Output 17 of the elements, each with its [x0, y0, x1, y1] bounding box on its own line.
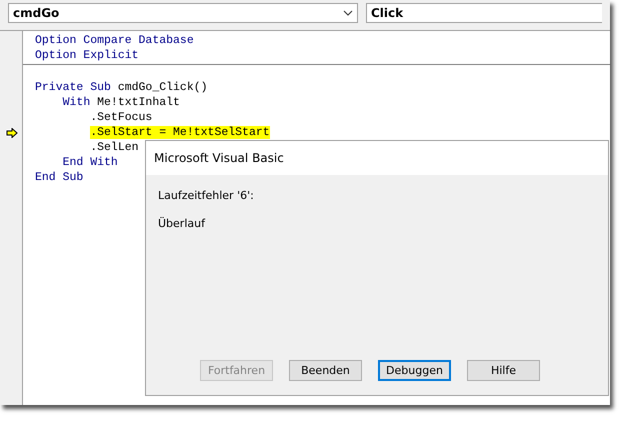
code-line: End Sub: [35, 170, 84, 185]
code-line: Option Compare Database: [35, 33, 194, 48]
error-message: Überlauf: [158, 217, 206, 230]
code-line: .SelLen: [89, 140, 139, 155]
object-dropdown[interactable]: cmdGo: [8, 3, 358, 23]
dialog-button[interactable]: Beenden: [289, 360, 362, 381]
dialog-button[interactable]: Debuggen: [378, 360, 451, 381]
code-line: .SetFocus: [89, 110, 152, 125]
dialog-title: Microsoft Visual Basic: [154, 151, 284, 165]
code-line: Option Explicit: [35, 48, 139, 63]
code-line: End With: [62, 155, 118, 170]
code-line: Private Sub cmdGo_Click(): [35, 80, 208, 95]
dialog-button[interactable]: Hilfe: [467, 360, 540, 381]
code-line: With Me!txtInhalt: [62, 95, 180, 110]
error-code-text: Laufzeitfehler '6':: [158, 189, 255, 202]
procedure-dropdown[interactable]: Click: [366, 3, 602, 23]
caret-icon[interactable]: [343, 10, 353, 16]
